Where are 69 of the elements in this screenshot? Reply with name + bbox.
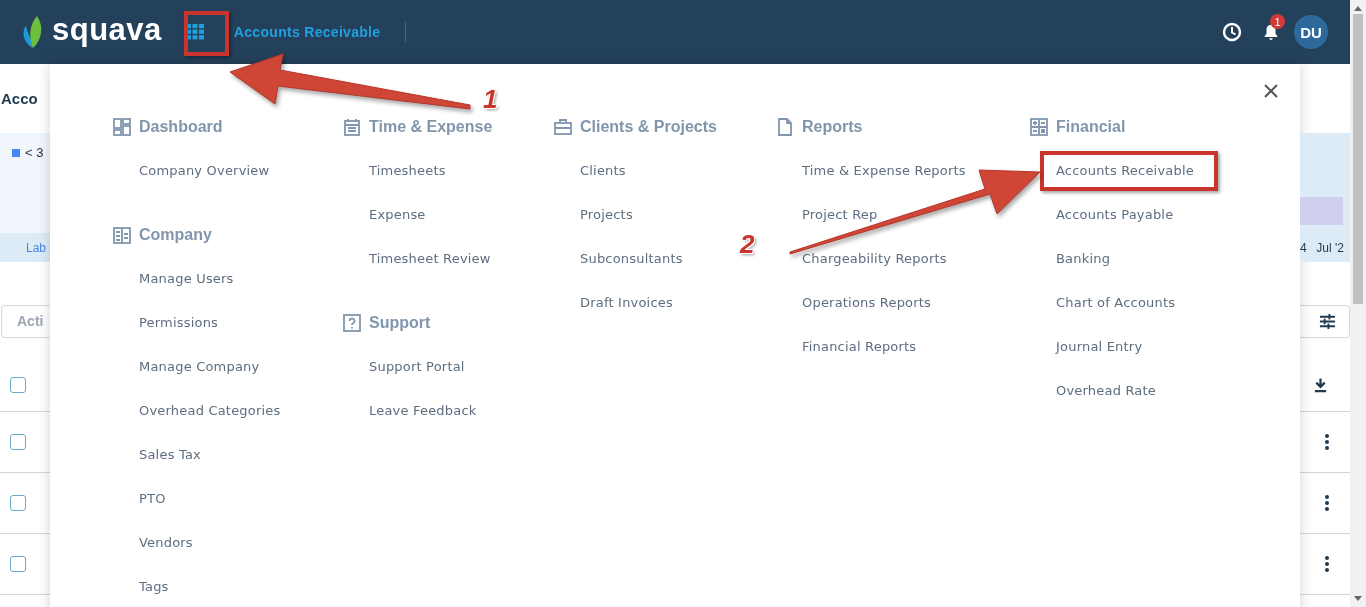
- section-heading: Dashboard: [139, 118, 223, 136]
- building-icon: [112, 225, 132, 245]
- menu-item-link[interactable]: Vendors: [139, 536, 193, 550]
- highlight-frame: [184, 11, 229, 56]
- menu-item-link[interactable]: Expense: [369, 208, 426, 222]
- notification-badge: 1: [1270, 14, 1285, 29]
- page-title: Acco: [0, 90, 38, 107]
- menu-item-link[interactable]: Manage Users: [139, 272, 234, 286]
- document-icon: [775, 117, 795, 137]
- annotation-number: 2: [740, 229, 755, 260]
- menu-item-link[interactable]: Time & Expense Reports: [802, 164, 966, 178]
- menu-item-link[interactable]: Project Rep: [802, 208, 878, 222]
- row-checkbox[interactable]: [10, 434, 26, 450]
- axis-label: Jul '2: [1316, 240, 1344, 255]
- menu-item-link[interactable]: Projects: [580, 208, 633, 222]
- menu-item-link[interactable]: PTO: [139, 492, 166, 506]
- section-heading: Support: [369, 314, 431, 332]
- legend-label: < 3: [25, 145, 44, 160]
- row-checkbox[interactable]: [10, 376, 26, 393]
- menu-item-link[interactable]: Timesheet Review: [369, 252, 491, 266]
- chart-bar: [1300, 197, 1343, 225]
- section-heading: Company: [139, 226, 212, 244]
- user-avatar[interactable]: DU: [1294, 15, 1328, 49]
- row-checkbox[interactable]: [10, 556, 26, 572]
- menu-item-link[interactable]: Financial Reports: [802, 340, 917, 354]
- menu-item-link[interactable]: Chart of Accounts: [1056, 296, 1176, 310]
- more-options-icon[interactable]: [1324, 433, 1330, 451]
- calculator-icon: [1029, 117, 1049, 137]
- menu-item-link[interactable]: Sales Tax: [139, 448, 201, 462]
- section-heading: Time & Expense: [369, 118, 493, 136]
- section-heading: Clients & Projects: [580, 118, 717, 136]
- question-icon: [342, 313, 362, 333]
- scrollbar[interactable]: [1350, 0, 1366, 607]
- menu-item-link[interactable]: Banking: [1056, 252, 1111, 266]
- sliders-icon: [1319, 313, 1336, 330]
- menu-item-link[interactable]: Permissions: [139, 316, 219, 330]
- download-icon[interactable]: [1313, 376, 1328, 393]
- menu-item-link[interactable]: Company Overview: [139, 164, 270, 178]
- app-title-link[interactable]: Accounts Receivable: [233, 24, 381, 40]
- menu-item-link[interactable]: Subconsultants: [580, 252, 683, 266]
- menu-item-link[interactable]: Clients: [580, 164, 626, 178]
- menu-item-link[interactable]: Overhead Categories: [139, 404, 281, 418]
- menu-item-link[interactable]: Timesheets: [369, 164, 446, 178]
- more-options-icon[interactable]: [1324, 555, 1330, 573]
- more-options-icon[interactable]: [1324, 494, 1330, 512]
- clock-icon[interactable]: [1222, 22, 1242, 42]
- logo-text: squava: [52, 12, 162, 48]
- menu-item-link[interactable]: Support Portal: [369, 360, 465, 374]
- menu-item-link[interactable]: Tags: [139, 580, 169, 594]
- section-heading: Reports: [802, 118, 863, 136]
- close-icon[interactable]: [1264, 84, 1278, 98]
- annotation-number: 1: [483, 84, 498, 115]
- menu-item-link[interactable]: Chargeability Reports: [802, 252, 947, 266]
- menu-item-link[interactable]: Accounts Receivable: [1056, 164, 1194, 178]
- axis-label: 4: [1300, 240, 1307, 255]
- calendar-icon: [342, 117, 362, 137]
- dashboard-icon: [112, 117, 132, 137]
- chart-label: Lab: [25, 240, 47, 255]
- section-heading: Financial: [1056, 118, 1126, 136]
- row-checkbox[interactable]: [10, 495, 26, 511]
- menu-item-link[interactable]: Manage Company: [139, 360, 260, 374]
- menu-item-link[interactable]: Leave Feedback: [369, 404, 477, 418]
- menu-item-link[interactable]: Journal Entry: [1056, 340, 1143, 354]
- menu-item-link[interactable]: Draft Invoices: [580, 296, 673, 310]
- menu-item-link[interactable]: Operations Reports: [802, 296, 932, 310]
- menu-item-link[interactable]: Overhead Rate: [1056, 384, 1157, 398]
- legend-swatch: [12, 148, 20, 157]
- menu-item-link[interactable]: Accounts Payable: [1056, 208, 1174, 222]
- briefcase-icon: [553, 117, 573, 137]
